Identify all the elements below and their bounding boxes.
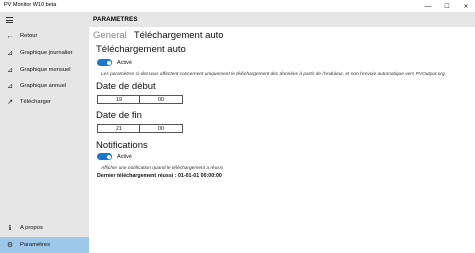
sidebar-item-graphique-mensuel[interactable]: ⊿ Graphique mensuel	[0, 62, 89, 78]
sidebar-item-telecharger[interactable]: ↗ Télécharger	[0, 94, 89, 110]
sidebar-item-label: Graphique journalier	[20, 50, 73, 56]
end-minute-field[interactable]: 00	[139, 124, 183, 133]
sidebar-item-label: Télécharger	[20, 99, 51, 105]
auto-download-toggle[interactable]	[97, 59, 112, 66]
sidebar-item-retour[interactable]: ← Retour	[0, 28, 89, 44]
auto-download-note: Les paramètres ci-dessous affectent conc…	[101, 72, 447, 77]
window-title: PV Monitor W10 beta	[4, 2, 57, 8]
auto-download-toggle-label: Activé	[117, 60, 132, 66]
notifications-toggle[interactable]	[97, 153, 112, 160]
sidebar-item-graphique-annuel[interactable]: ⊿ Graphique annuel	[0, 78, 89, 94]
sidebar-item-label: Paramètres	[20, 242, 50, 248]
close-button[interactable]: ✕	[458, 0, 474, 12]
back-arrow-icon: ←	[6, 32, 14, 40]
end-time-title: Date de fin	[96, 110, 142, 121]
tab-general[interactable]: General	[93, 30, 127, 44]
sidebar-item-label: Retour	[20, 33, 38, 39]
download-icon: ↗	[7, 99, 13, 106]
maximize-button[interactable]: ☐	[439, 0, 455, 12]
start-hour-field[interactable]: 19	[97, 95, 141, 104]
tab-telechargement-auto[interactable]: Téléchargement auto	[134, 30, 224, 44]
minimize-button[interactable]: —	[420, 0, 436, 12]
sidebar-item-label: A propos	[20, 225, 43, 231]
start-minute-field[interactable]: 00	[139, 95, 183, 104]
start-time-title: Date de début	[96, 81, 156, 92]
sidebar-item-graphique-journalier[interactable]: ⊿ Graphique journalier	[0, 45, 89, 61]
last-download-status: Dernier téléchargement réussi : 01-01-01…	[97, 173, 222, 179]
title-bar: PV Monitor W10 beta — ☐ ✕	[0, 0, 475, 12]
page-header: PARAMETRES	[89, 12, 475, 27]
notifications-title: Notifications	[96, 140, 148, 151]
sidebar: ← Retour ⊿ Graphique journalier ⊿ Graphi…	[0, 12, 89, 253]
chart-icon: ⊿	[7, 67, 13, 74]
sidebar-item-parametres[interactable]: ⚙ Paramètres	[0, 237, 89, 253]
notifications-toggle-label: Activé	[117, 154, 132, 160]
info-icon: ℹ	[8, 225, 12, 232]
sidebar-item-label: Graphique annuel	[20, 83, 67, 89]
tab-bar: General Téléchargement auto	[93, 30, 224, 44]
hamburger-menu-icon[interactable]	[6, 17, 13, 24]
gear-icon: ⚙	[6, 242, 14, 249]
sidebar-item-a-propos[interactable]: ℹ A propos	[0, 220, 89, 236]
chart-icon: ⊿	[7, 83, 13, 90]
notifications-note: Afficher une notification quand le téléc…	[101, 166, 224, 171]
end-hour-field[interactable]: 21	[97, 124, 141, 133]
chart-icon: ⊿	[7, 50, 13, 57]
auto-download-title: Téléchargement auto	[96, 44, 186, 55]
sidebar-item-label: Graphique mensuel	[20, 67, 71, 73]
page-title: PARAMETRES	[93, 16, 138, 23]
